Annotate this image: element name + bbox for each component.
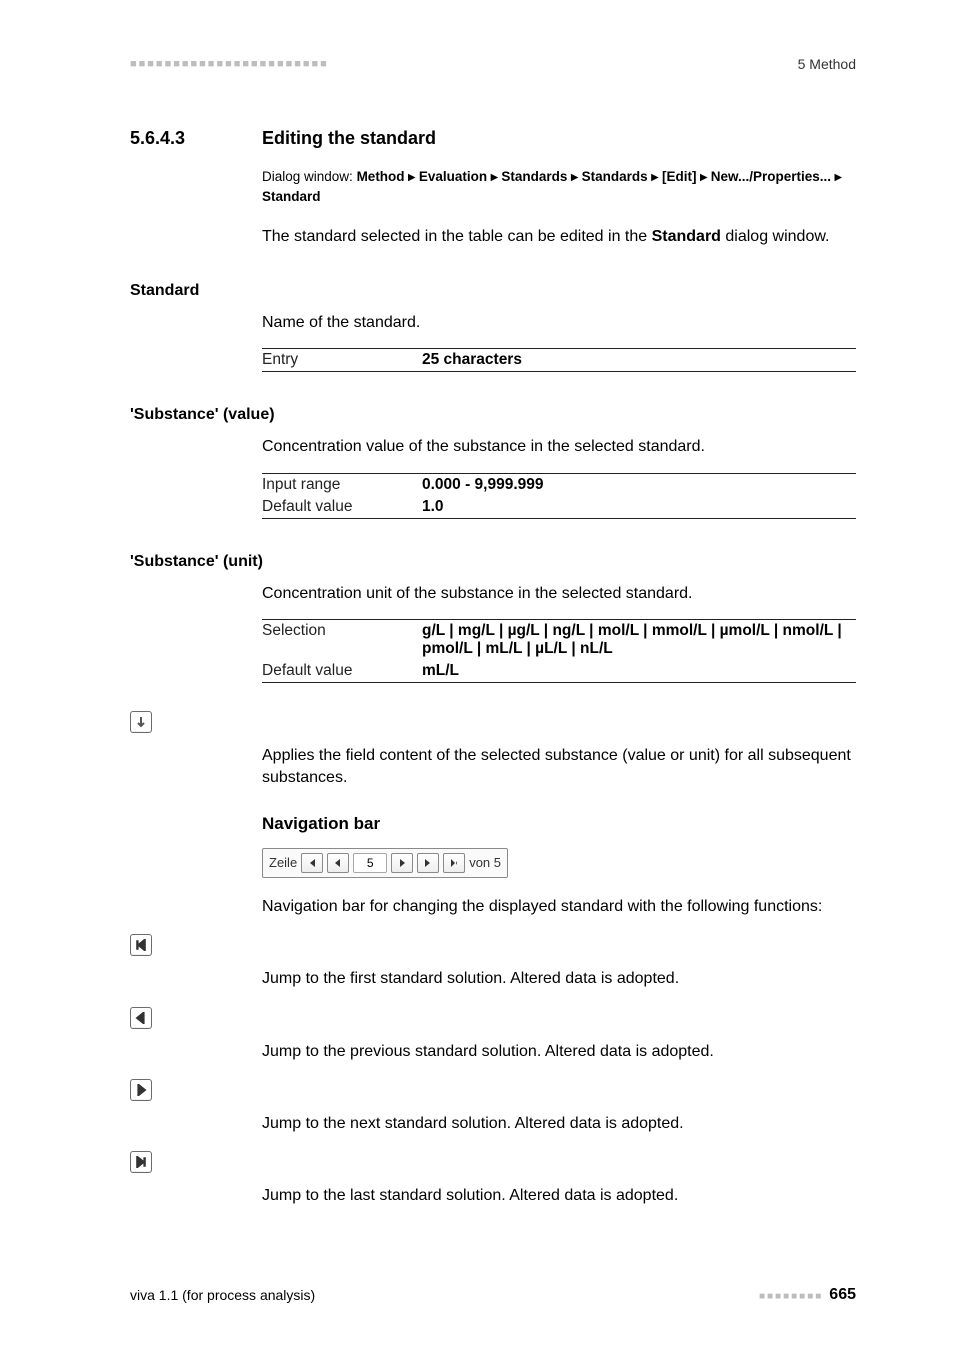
nav-first-desc: Jump to the first standard solution. Alt… xyxy=(262,968,856,990)
header-dashes: ■■■■■■■■■■■■■■■■■■■■■■■ xyxy=(130,58,329,70)
nav-next-desc: Jump to the next standard solution. Alte… xyxy=(262,1113,856,1135)
prop-val: 0.000 - 9,999.999 xyxy=(422,473,856,496)
navbar-label-left: Zeile xyxy=(269,855,297,870)
intro-pre: The standard selected in the table can b… xyxy=(262,228,652,245)
prop-key: Default value xyxy=(262,496,422,519)
navbar-value[interactable]: 5 xyxy=(353,853,387,873)
navigation-bar-heading: Navigation bar xyxy=(262,814,856,834)
footer-left: viva 1.1 (for process analysis) xyxy=(130,1287,315,1303)
nav-prev-icon[interactable] xyxy=(130,1007,152,1029)
field-label-standard: Standard xyxy=(130,282,856,300)
nav-last-icon[interactable] xyxy=(130,1151,152,1173)
navbar-label-right: von 5 xyxy=(469,855,501,870)
nav-first-icon[interactable] xyxy=(130,934,152,956)
nav-prev-desc: Jump to the previous standard solution. … xyxy=(262,1041,856,1063)
prop-table-sub-unit: Selectiong/L | mg/L | µg/L | ng/L | mol/… xyxy=(262,619,856,683)
nav-last-desc: Jump to the last standard solution. Alte… xyxy=(262,1185,856,1207)
dialog-prefix: Dialog window: xyxy=(262,169,353,184)
nav-next-icon[interactable] xyxy=(130,1079,152,1101)
section-number: 5.6.4.3 xyxy=(130,128,262,149)
intro-text: The standard selected in the table can b… xyxy=(262,226,856,248)
dialog-path: Dialog window: Method ▸ Evaluation ▸ Sta… xyxy=(262,167,856,208)
prop-val: mL/L xyxy=(422,660,856,683)
intro-bold: Standard xyxy=(652,228,721,245)
section-heading: 5.6.4.3 Editing the standard xyxy=(130,128,856,149)
prop-key: Input range xyxy=(262,473,422,496)
prop-table-standard: Entry25 characters xyxy=(262,348,856,372)
nav-first-icon[interactable] xyxy=(301,853,323,873)
apply-down-text: Applies the field content of the selecte… xyxy=(262,745,856,790)
prop-val: 25 characters xyxy=(422,349,856,372)
section-title: Editing the standard xyxy=(262,128,436,149)
field-desc-sub-unit: Concentration unit of the substance in t… xyxy=(262,583,856,605)
prop-key: Default value xyxy=(262,660,422,683)
page-header: ■■■■■■■■■■■■■■■■■■■■■■■ 5 Method xyxy=(130,56,856,72)
field-label-sub-value: 'Substance' (value) xyxy=(130,406,856,424)
header-chapter: 5 Method xyxy=(798,56,856,72)
nav-last-icon[interactable] xyxy=(417,853,439,873)
prop-val: g/L | mg/L | µg/L | ng/L | mol/L | mmol/… xyxy=(422,620,856,661)
prop-key: Selection xyxy=(262,620,422,661)
field-desc-standard: Name of the standard. xyxy=(262,312,856,334)
prop-key: Entry xyxy=(262,349,422,372)
footer-dashes: ■■■■■■■■ xyxy=(759,1291,823,1302)
field-label-sub-unit: 'Substance' (unit) xyxy=(130,553,856,571)
nav-prev-icon[interactable] xyxy=(327,853,349,873)
footer-page: 665 xyxy=(829,1286,856,1303)
field-desc-sub-value: Concentration value of the substance in … xyxy=(262,436,856,458)
prop-table-sub-value: Input range0.000 - 9,999.999 Default val… xyxy=(262,473,856,519)
prop-val: 1.0 xyxy=(422,496,856,519)
navbar-desc: Navigation bar for changing the displaye… xyxy=(262,896,856,918)
nav-new-icon[interactable] xyxy=(443,853,465,873)
nav-next-icon[interactable] xyxy=(391,853,413,873)
intro-post: dialog window. xyxy=(721,228,830,245)
arrow-down-icon[interactable] xyxy=(130,711,152,733)
page-footer: viva 1.1 (for process analysis) ■■■■■■■■… xyxy=(130,1286,856,1304)
navigation-bar: Zeile 5 von 5 xyxy=(262,848,508,878)
